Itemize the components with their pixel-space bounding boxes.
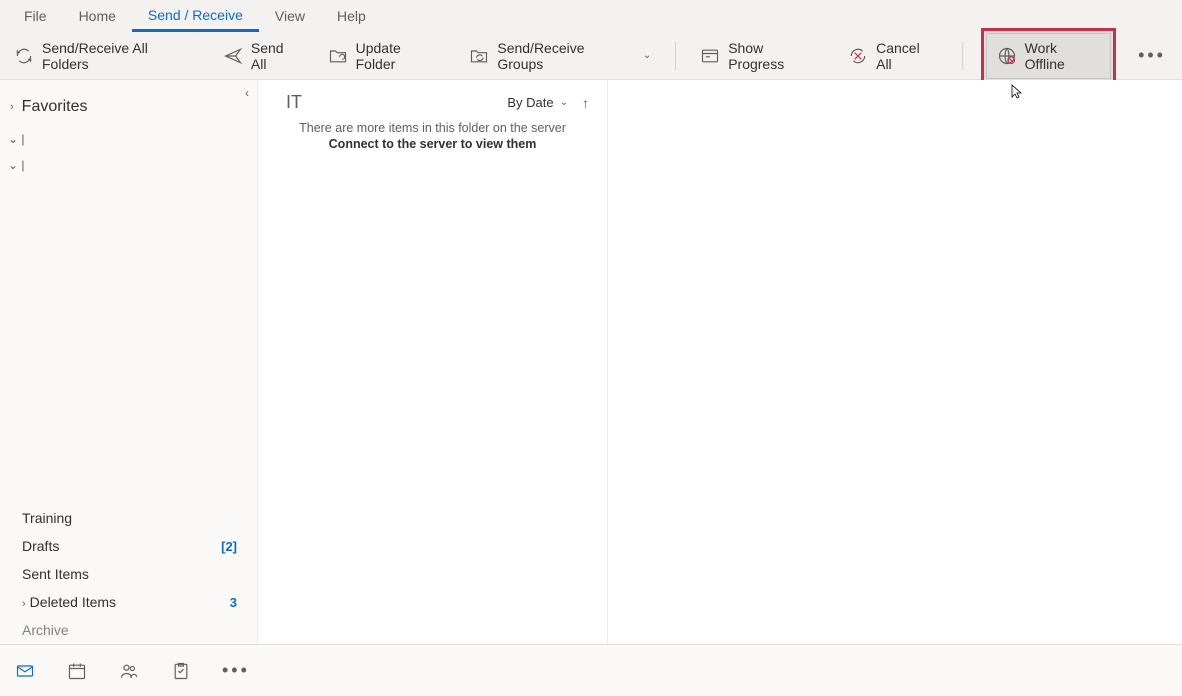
send-icon <box>223 46 243 66</box>
chevron-right-icon: › <box>10 101 14 113</box>
nav-mail-button[interactable] <box>14 660 36 682</box>
nav-more-button[interactable]: ••• <box>222 660 250 681</box>
account-expand-1[interactable]: ⌄ | <box>0 126 257 152</box>
folder-archive[interactable]: Archive <box>0 616 257 644</box>
nav-calendar-button[interactable] <box>66 660 88 682</box>
ribbon-overflow-button[interactable]: ••• <box>1130 45 1174 66</box>
people-icon <box>119 661 139 681</box>
chevron-right-icon: › <box>22 598 26 610</box>
folder-drafts-label: Drafts <box>22 538 59 554</box>
cancel-icon <box>848 46 868 66</box>
message-list-header: IT By Date ⌄ ↑ <box>258 80 607 121</box>
tab-help[interactable]: Help <box>321 2 382 30</box>
folder-drafts[interactable]: Drafts [2] <box>0 532 257 560</box>
folder-sync-icon <box>469 46 489 66</box>
folder-sent-items[interactable]: Sent Items <box>0 560 257 588</box>
send-all-label: Send All <box>251 40 302 72</box>
folder-archive-label: Archive <box>22 622 69 638</box>
tab-home[interactable]: Home <box>63 2 132 30</box>
update-folder-label: Update Folder <box>356 40 444 72</box>
folder-drafts-count: [2] <box>221 539 237 554</box>
send-all-button[interactable]: Send All <box>217 36 308 76</box>
send-receive-all-label: Send/Receive All Folders <box>42 40 197 72</box>
refresh-icon <box>14 46 34 66</box>
main-layout: ‹ › Favorites ⌄ | ⌄ | Training Drafts [2… <box>0 80 1182 644</box>
collapse-sidebar-button[interactable]: ‹ <box>245 86 249 100</box>
message-list-pane: IT By Date ⌄ ↑ There are more items in t… <box>258 80 608 644</box>
ribbon-separator <box>675 42 676 70</box>
folder-training-label: Training <box>22 510 72 526</box>
nav-tasks-button[interactable] <box>170 660 192 682</box>
tab-file[interactable]: File <box>8 2 63 30</box>
work-offline-label: Work Offline <box>1025 40 1100 72</box>
sort-label: By Date <box>507 95 553 110</box>
sort-by-date-button[interactable]: By Date ⌄ <box>507 95 568 110</box>
favorites-header[interactable]: › Favorites <box>0 80 257 126</box>
work-offline-button[interactable]: Work Offline <box>986 33 1111 79</box>
tab-send-receive[interactable]: Send / Receive <box>132 1 259 32</box>
chevron-down-icon: ⌄ <box>560 97 568 108</box>
folder-training[interactable]: Training <box>0 504 257 532</box>
work-offline-highlight: Work Offline <box>981 28 1116 84</box>
tab-view[interactable]: View <box>259 2 321 30</box>
server-items-notice: There are more items in this folder on t… <box>258 121 607 151</box>
calendar-icon <box>67 661 87 681</box>
folder-title: IT <box>286 92 302 113</box>
progress-icon <box>700 46 720 66</box>
folder-sent-label: Sent Items <box>22 566 89 582</box>
navigation-bar: ••• <box>0 644 1182 696</box>
send-receive-all-button[interactable]: Send/Receive All Folders <box>8 36 203 76</box>
folder-deleted-count: 3 <box>230 595 237 610</box>
cancel-all-button[interactable]: Cancel All <box>842 36 944 76</box>
favorites-label: Favorites <box>22 98 88 116</box>
send-receive-groups-button[interactable]: Send/Receive Groups ⌄ <box>463 36 657 76</box>
mail-icon <box>15 661 35 681</box>
show-progress-button[interactable]: Show Progress <box>694 36 828 76</box>
notice-line2[interactable]: Connect to the server to view them <box>276 137 589 151</box>
ribbon-separator <box>962 42 963 70</box>
globe-offline-icon <box>997 46 1017 66</box>
folder-refresh-icon <box>328 46 348 66</box>
chevron-down-icon: ⌄ <box>643 50 651 61</box>
tasks-icon <box>171 661 191 681</box>
notice-line1: There are more items in this folder on t… <box>276 121 589 135</box>
account-expand-2[interactable]: ⌄ | <box>0 152 257 178</box>
reading-pane <box>608 80 1182 644</box>
show-progress-label: Show Progress <box>728 40 822 72</box>
folder-deleted-label: Deleted Items <box>30 594 116 610</box>
folder-deleted-items[interactable]: › Deleted Items 3 <box>0 588 257 616</box>
sort-direction-button[interactable]: ↑ <box>582 95 589 111</box>
update-folder-button[interactable]: Update Folder <box>322 36 450 76</box>
folder-pane: ‹ › Favorites ⌄ | ⌄ | Training Drafts [2… <box>0 80 258 644</box>
send-receive-groups-label: Send/Receive Groups <box>497 40 632 72</box>
ribbon-commands: Send/Receive All Folders Send All Update… <box>0 32 1182 80</box>
nav-people-button[interactable] <box>118 660 140 682</box>
cancel-all-label: Cancel All <box>876 40 938 72</box>
